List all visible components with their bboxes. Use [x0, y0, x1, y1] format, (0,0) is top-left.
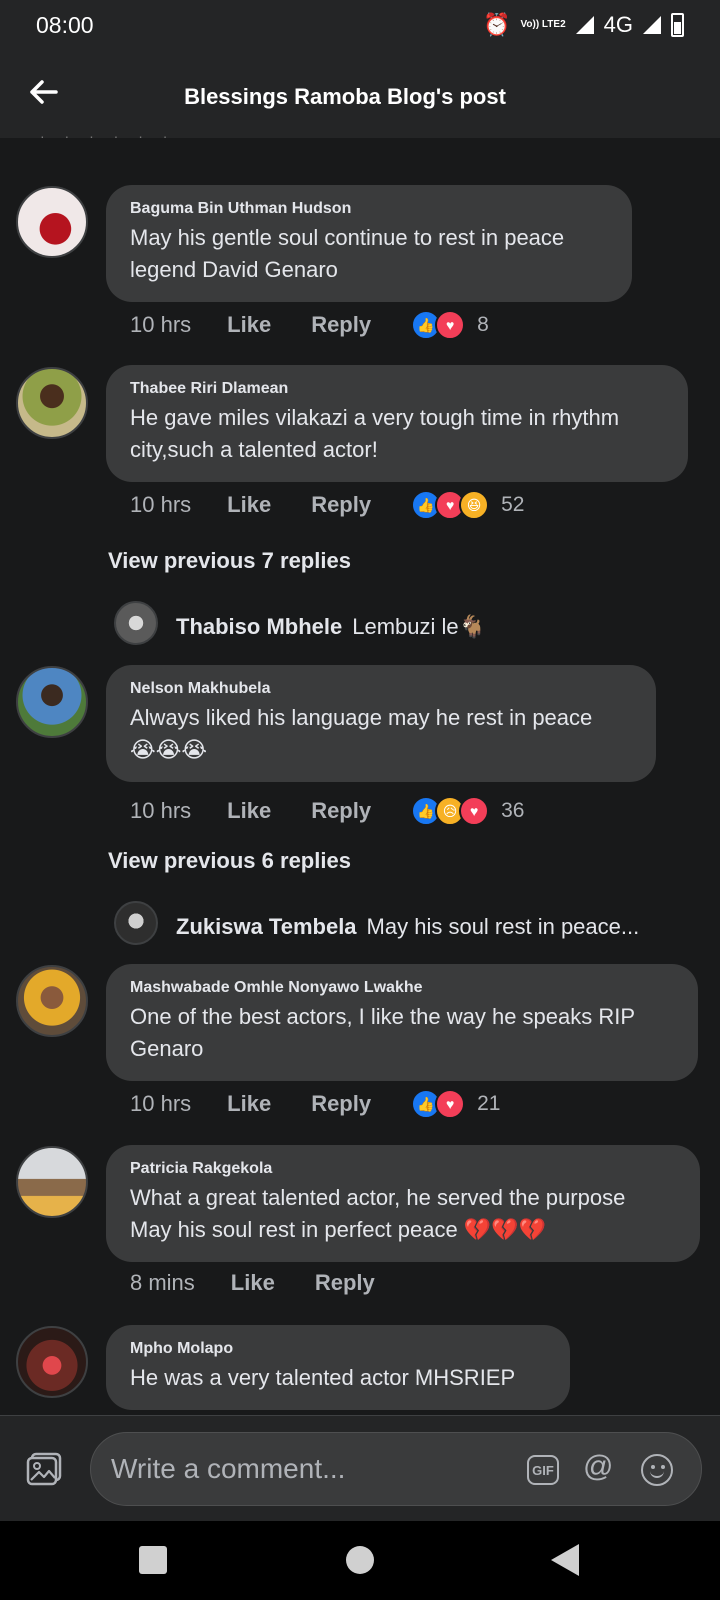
reaction-summary[interactable]: 👍 ♥ 21: [411, 1089, 500, 1119]
comment-text-line: legend David Genaro: [130, 257, 338, 282]
mention-button[interactable]: @: [583, 1450, 613, 1484]
status-bar: 08:00 ⏰ Vo)) LTE2 4G: [0, 0, 720, 52]
comment-text-line: city,such a talented actor!: [130, 437, 378, 462]
comment-time: 10 hrs: [130, 492, 192, 517]
commenter-name[interactable]: Mpho Molapo: [130, 1340, 546, 1358]
comment-bubble[interactable]: Mpho Molapo He was a very talented actor…: [106, 1325, 570, 1410]
comment-text-line: 😭😭😭: [130, 737, 208, 762]
comment-composer: GIF @: [0, 1415, 720, 1521]
avatar[interactable]: [16, 965, 88, 1037]
page-title: Blessings Ramoba Blog's post: [184, 84, 506, 109]
comment-bubble[interactable]: Mashwabade Omhle Nonyawo Lwakhe One of t…: [106, 964, 698, 1081]
haha-reaction-icon: 😆: [459, 490, 490, 520]
emoji-icon[interactable]: [641, 1454, 673, 1486]
lte-indicator: Vo)) LTE2: [520, 19, 566, 30]
system-back-button[interactable]: [551, 1544, 579, 1576]
avatar[interactable]: [16, 186, 88, 258]
reply-preview[interactable]: Thabiso Mbhele Lembuzi le🐐: [176, 614, 486, 640]
comment-time: 8 mins: [130, 1270, 195, 1295]
battery-icon: [671, 13, 684, 37]
reply-author-name[interactable]: Thabiso Mbhele: [176, 614, 342, 639]
avatar[interactable]: [16, 1146, 88, 1218]
reply-button[interactable]: Reply: [311, 492, 371, 518]
avatar[interactable]: [16, 367, 88, 439]
commenter-name[interactable]: Baguma Bin Uthman Hudson: [130, 200, 608, 218]
comment-actions: 10 hrs Like Reply 👍 😥 ♥ 36: [130, 796, 524, 826]
comment-bubble[interactable]: Thabee Riri Dlamean He gave miles vilaka…: [106, 365, 688, 482]
gif-button[interactable]: GIF: [527, 1455, 559, 1485]
like-button[interactable]: Like: [227, 798, 271, 824]
avatar[interactable]: [16, 1326, 88, 1398]
reply-button[interactable]: Reply: [311, 798, 371, 824]
alarm-icon: ⏰: [483, 12, 511, 37]
reply-preview-text: Lembuzi le🐐: [352, 614, 487, 639]
reply-button[interactable]: Reply: [311, 312, 371, 338]
comment-text-line: One of the best actors, I like the way h…: [130, 1004, 636, 1029]
like-button[interactable]: Like: [227, 1091, 271, 1117]
reply-preview[interactable]: Zukiswa Tembela May his soul rest in peac…: [176, 914, 639, 940]
like-button[interactable]: Like: [227, 492, 271, 518]
love-reaction-icon: ♥: [435, 1089, 466, 1119]
comment-actions: 8 mins Like Reply: [130, 1270, 415, 1296]
comment-text-line: He was a very talented actor MHSRIEP: [130, 1365, 516, 1390]
reaction-count: 21: [477, 1092, 501, 1115]
comment-actions: 10 hrs Like Reply 👍 ♥ 8: [130, 310, 489, 340]
signal-icon: [575, 16, 594, 34]
comment-text-line: Always liked his language may he rest in…: [130, 705, 593, 730]
comments-feed[interactable]: Baguma Bin Uthman Hudson May his gentle …: [0, 138, 720, 1415]
comment-bubble[interactable]: Patricia Rakgekola What a great talented…: [106, 1145, 700, 1262]
app-header: Blessings Ramoba Blog's post: [0, 52, 720, 138]
comment-actions: 10 hrs Like Reply 👍 ♥ 21: [130, 1089, 500, 1119]
avatar[interactable]: [114, 901, 158, 945]
like-button[interactable]: Like: [231, 1270, 275, 1296]
comment-text-line: He gave miles vilakazi a very tough time…: [130, 405, 620, 430]
reply-preview-text: May his soul rest in peace...: [366, 914, 640, 939]
view-previous-replies-link[interactable]: View previous 6 replies: [108, 848, 351, 874]
home-button[interactable]: [346, 1546, 374, 1574]
love-reaction-icon: ♥: [459, 796, 490, 826]
comment-bubble[interactable]: Baguma Bin Uthman Hudson May his gentle …: [106, 185, 632, 302]
reaction-count: 36: [501, 799, 525, 822]
add-photo-button[interactable]: [26, 1452, 62, 1491]
status-time: 08:00: [36, 12, 94, 38]
like-button[interactable]: Like: [227, 312, 271, 338]
system-navigation-bar: [0, 1521, 720, 1600]
comment-input-container[interactable]: GIF @: [90, 1432, 702, 1506]
reaction-summary[interactable]: 👍 ♥ 😆 52: [411, 490, 524, 520]
recent-apps-button[interactable]: [139, 1546, 167, 1574]
comment-time: 10 hrs: [130, 798, 192, 823]
comment-bubble[interactable]: Nelson Makhubela Always liked his langua…: [106, 665, 656, 782]
reaction-count: 8: [477, 313, 489, 336]
love-reaction-icon: ♥: [435, 310, 466, 340]
reply-button[interactable]: Reply: [315, 1270, 375, 1296]
commenter-name[interactable]: Thabee Riri Dlamean: [130, 380, 664, 398]
avatar[interactable]: [114, 601, 158, 645]
comment-text-line: May his soul rest in perfect peace 💔💔💔: [130, 1217, 547, 1242]
reaction-summary[interactable]: 👍 ♥ 8: [411, 310, 489, 340]
comment-time: 10 hrs: [130, 312, 192, 337]
reaction-summary[interactable]: 👍 😥 ♥ 36: [411, 796, 524, 826]
reply-author-name[interactable]: Zukiswa Tembela: [176, 914, 357, 939]
comment-time: 10 hrs: [130, 1091, 192, 1116]
commenter-name[interactable]: Mashwabade Omhle Nonyawo Lwakhe: [130, 979, 674, 997]
comment-text-line: What a great talented actor, he served t…: [130, 1185, 626, 1210]
status-icons: ⏰ Vo)) LTE2 4G: [483, 12, 684, 38]
view-previous-replies-link[interactable]: View previous 7 replies: [108, 548, 351, 574]
comment-actions: 10 hrs Like Reply 👍 ♥ 😆 52: [130, 490, 524, 520]
signal-icon: [643, 16, 661, 34]
reaction-count: 52: [501, 493, 525, 516]
commenter-name[interactable]: Patricia Rakgekola: [130, 1160, 676, 1178]
avatar[interactable]: [16, 666, 88, 738]
reply-button[interactable]: Reply: [311, 1091, 371, 1117]
comment-input[interactable]: [111, 1451, 491, 1487]
commenter-name[interactable]: Nelson Makhubela: [130, 680, 632, 698]
network-type: 4G: [603, 12, 633, 37]
photo-icon: [26, 1452, 62, 1486]
comment-text-line: May his gentle soul continue to rest in …: [130, 225, 565, 250]
comment-text-line: Genaro: [130, 1036, 204, 1061]
